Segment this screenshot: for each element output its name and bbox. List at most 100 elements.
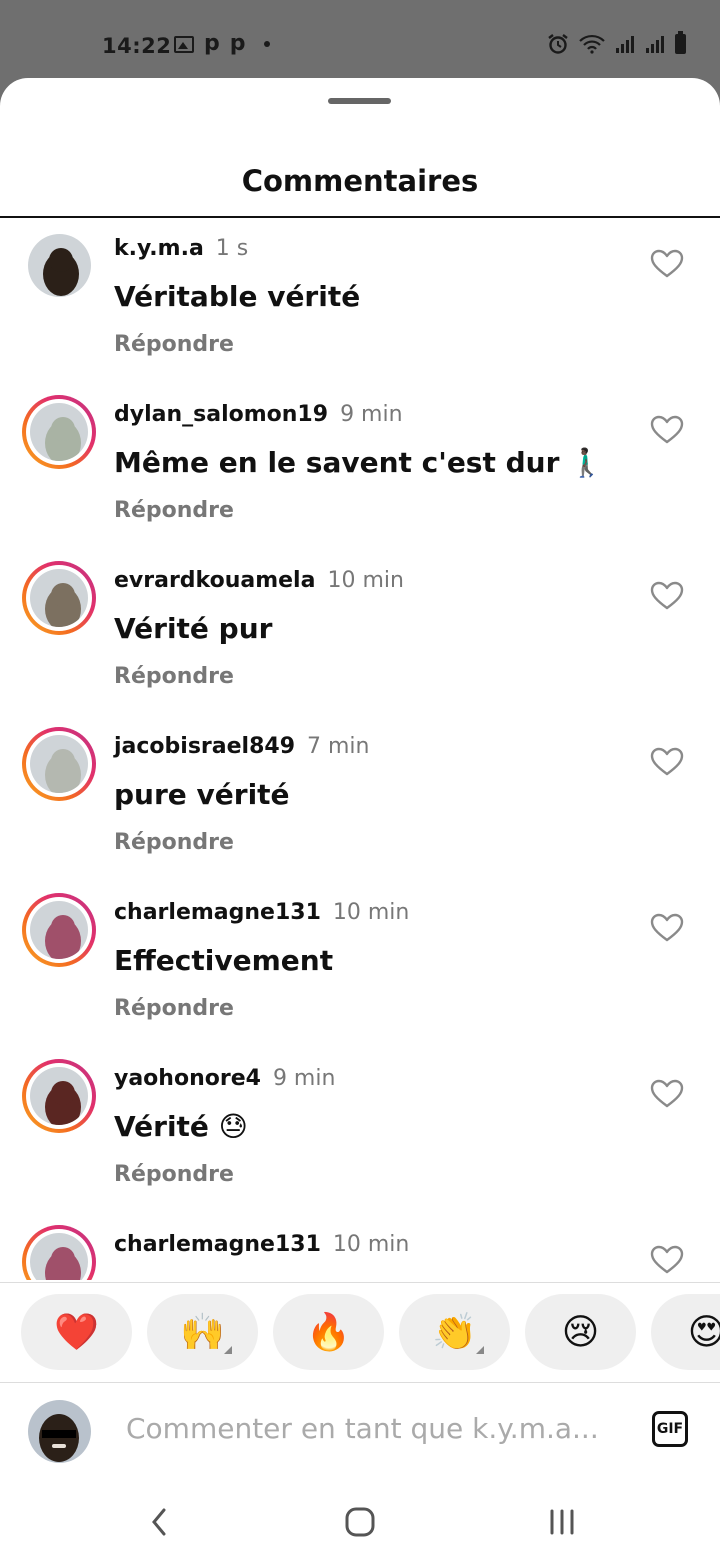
comment-username[interactable]: k.y.m.a [114, 236, 204, 261]
comment-header: evrardkouamela 10 min [114, 568, 404, 593]
quick-reaction-button[interactable]: 👏 [399, 1294, 510, 1370]
heart-icon[interactable] [650, 249, 684, 279]
composer-avatar [28, 1400, 91, 1463]
sheet-grabber[interactable] [328, 98, 391, 104]
avatar-image [30, 1233, 88, 1280]
avatar[interactable] [28, 234, 91, 297]
signal-icon [646, 36, 664, 53]
avatar-image [28, 234, 91, 297]
comment-header: yaohonore4 9 min [114, 1066, 335, 1091]
comment-row: charlemagne131 10 min [0, 1214, 720, 1280]
quick-reaction-button[interactable]: 🔥 [273, 1294, 384, 1370]
reaction-emoji: 🙌 [180, 1312, 225, 1353]
dot-icon [263, 41, 270, 47]
home-icon[interactable] [344, 1506, 376, 1538]
avatar[interactable] [22, 727, 96, 801]
comment-row: dylan_salomon19 9 min Même en le savent c… [0, 384, 720, 550]
reaction-emoji: 😍 [687, 1311, 720, 1353]
comment-header: charlemagne131 10 min [114, 900, 409, 925]
avatar[interactable] [22, 893, 96, 967]
skin-tone-indicator-icon [476, 1346, 484, 1354]
avatar[interactable] [22, 1059, 96, 1133]
comment-username[interactable]: evrardkouamela [114, 568, 315, 593]
reaction-emoji: 🔥 [306, 1312, 351, 1353]
reaction-emoji: ❤️ [54, 1312, 99, 1353]
avatar-ring-gap [26, 1229, 92, 1280]
comment-text-body: Effectivement [114, 944, 334, 977]
comment-header: dylan_salomon19 9 min [114, 402, 403, 427]
gif-button[interactable]: GIF [652, 1411, 688, 1447]
battery-icon [675, 31, 686, 54]
comments-sheet: Commentaires k.y.m.a 1 s Véritable vérité… [0, 78, 720, 1560]
comment-row: evrardkouamela 10 min Vérité pur Répondre [0, 550, 720, 716]
reply-button[interactable]: Répondre [114, 1162, 234, 1187]
comment-username[interactable]: dylan_salomon19 [114, 402, 328, 427]
avatar[interactable] [22, 1225, 96, 1280]
comment-header: jacobisrael849 7 min [114, 734, 370, 759]
image-icon [174, 35, 194, 53]
comment-input[interactable]: Commenter en tant que k.y.m.a... [126, 1412, 599, 1445]
back-icon[interactable] [148, 1506, 170, 1538]
status-time: 14:22 [102, 34, 172, 58]
comment-text: Véritable vérité [114, 280, 360, 313]
reply-button[interactable]: Répondre [114, 664, 234, 689]
quick-reaction-button[interactable]: 😍 [651, 1294, 720, 1370]
p-notification-icon: p [229, 31, 246, 56]
comment-username[interactable]: charlemagne131 [114, 1232, 321, 1257]
comment-time: 10 min [332, 1232, 410, 1257]
comment-username[interactable]: jacobisrael849 [114, 734, 295, 759]
reply-button[interactable]: Répondre [114, 996, 234, 1021]
notification-icons: p p [174, 31, 270, 56]
comment-header: k.y.m.a 1 s [114, 236, 248, 261]
heart-icon[interactable] [650, 581, 684, 611]
reply-button[interactable]: Répondre [114, 830, 234, 855]
heart-icon[interactable] [650, 1079, 684, 1109]
avatar-ring-gap [26, 1063, 92, 1129]
avatar-ring-gap [26, 731, 92, 797]
avatar[interactable] [22, 561, 96, 635]
status-bar: 14:22 p p [0, 0, 720, 78]
avatar[interactable] [22, 395, 96, 469]
heart-icon[interactable] [650, 913, 684, 943]
comment-row: charlemagne131 10 min Effectivement Répon… [0, 882, 720, 1048]
skin-tone-indicator-icon [224, 1346, 232, 1354]
avatar-image [30, 403, 88, 461]
comment-text-body: pure vérité [114, 778, 290, 811]
avatar-image [30, 1067, 88, 1125]
wifi-icon [579, 34, 605, 54]
avatar-ring-gap [26, 399, 92, 465]
reply-button[interactable]: Répondre [114, 498, 234, 523]
comment-emoji: 😓 [218, 1110, 248, 1143]
divider [0, 1282, 720, 1283]
system-icons [547, 31, 686, 55]
quick-reaction-button[interactable]: 😢 [525, 1294, 636, 1370]
comment-text-body: Même en le savent c'est dur [114, 446, 560, 479]
comment-text: pure vérité [114, 778, 290, 811]
quick-reaction-button[interactable]: 🙌 [147, 1294, 258, 1370]
avatar-ring-gap [26, 897, 92, 963]
comment-username[interactable]: yaohonore4 [114, 1066, 261, 1091]
comment-row: yaohonore4 9 min Vérité 😓 Répondre [0, 1048, 720, 1214]
recent-apps-icon[interactable] [548, 1506, 576, 1538]
reaction-emoji: 😢 [561, 1311, 600, 1353]
comment-list[interactable]: k.y.m.a 1 s Véritable vérité Répondre dy… [0, 218, 720, 1280]
alarm-icon [548, 34, 568, 54]
divider [0, 1382, 720, 1383]
heart-icon[interactable] [650, 747, 684, 777]
comment-text: Effectivement [114, 944, 333, 977]
signal-icon [616, 36, 634, 53]
comment-text: Vérité 😓 [114, 1110, 248, 1143]
comment-time: 10 min [332, 900, 410, 925]
comment-time: 9 min [272, 1066, 336, 1091]
heart-icon[interactable] [650, 415, 684, 445]
comment-header: charlemagne131 10 min [114, 1232, 409, 1257]
heart-icon[interactable] [650, 1245, 684, 1275]
comment-username[interactable]: charlemagne131 [114, 900, 321, 925]
comment-row: k.y.m.a 1 s Véritable vérité Répondre [0, 218, 720, 384]
comment-text-body: Vérité pur [114, 612, 273, 645]
comment-row: jacobisrael849 7 min pure vérité Répondre [0, 716, 720, 882]
reply-button[interactable]: Répondre [114, 332, 234, 357]
p-notification-icon: p [204, 31, 220, 56]
quick-reaction-button[interactable]: ❤️ [21, 1294, 132, 1370]
avatar-image [30, 569, 88, 627]
